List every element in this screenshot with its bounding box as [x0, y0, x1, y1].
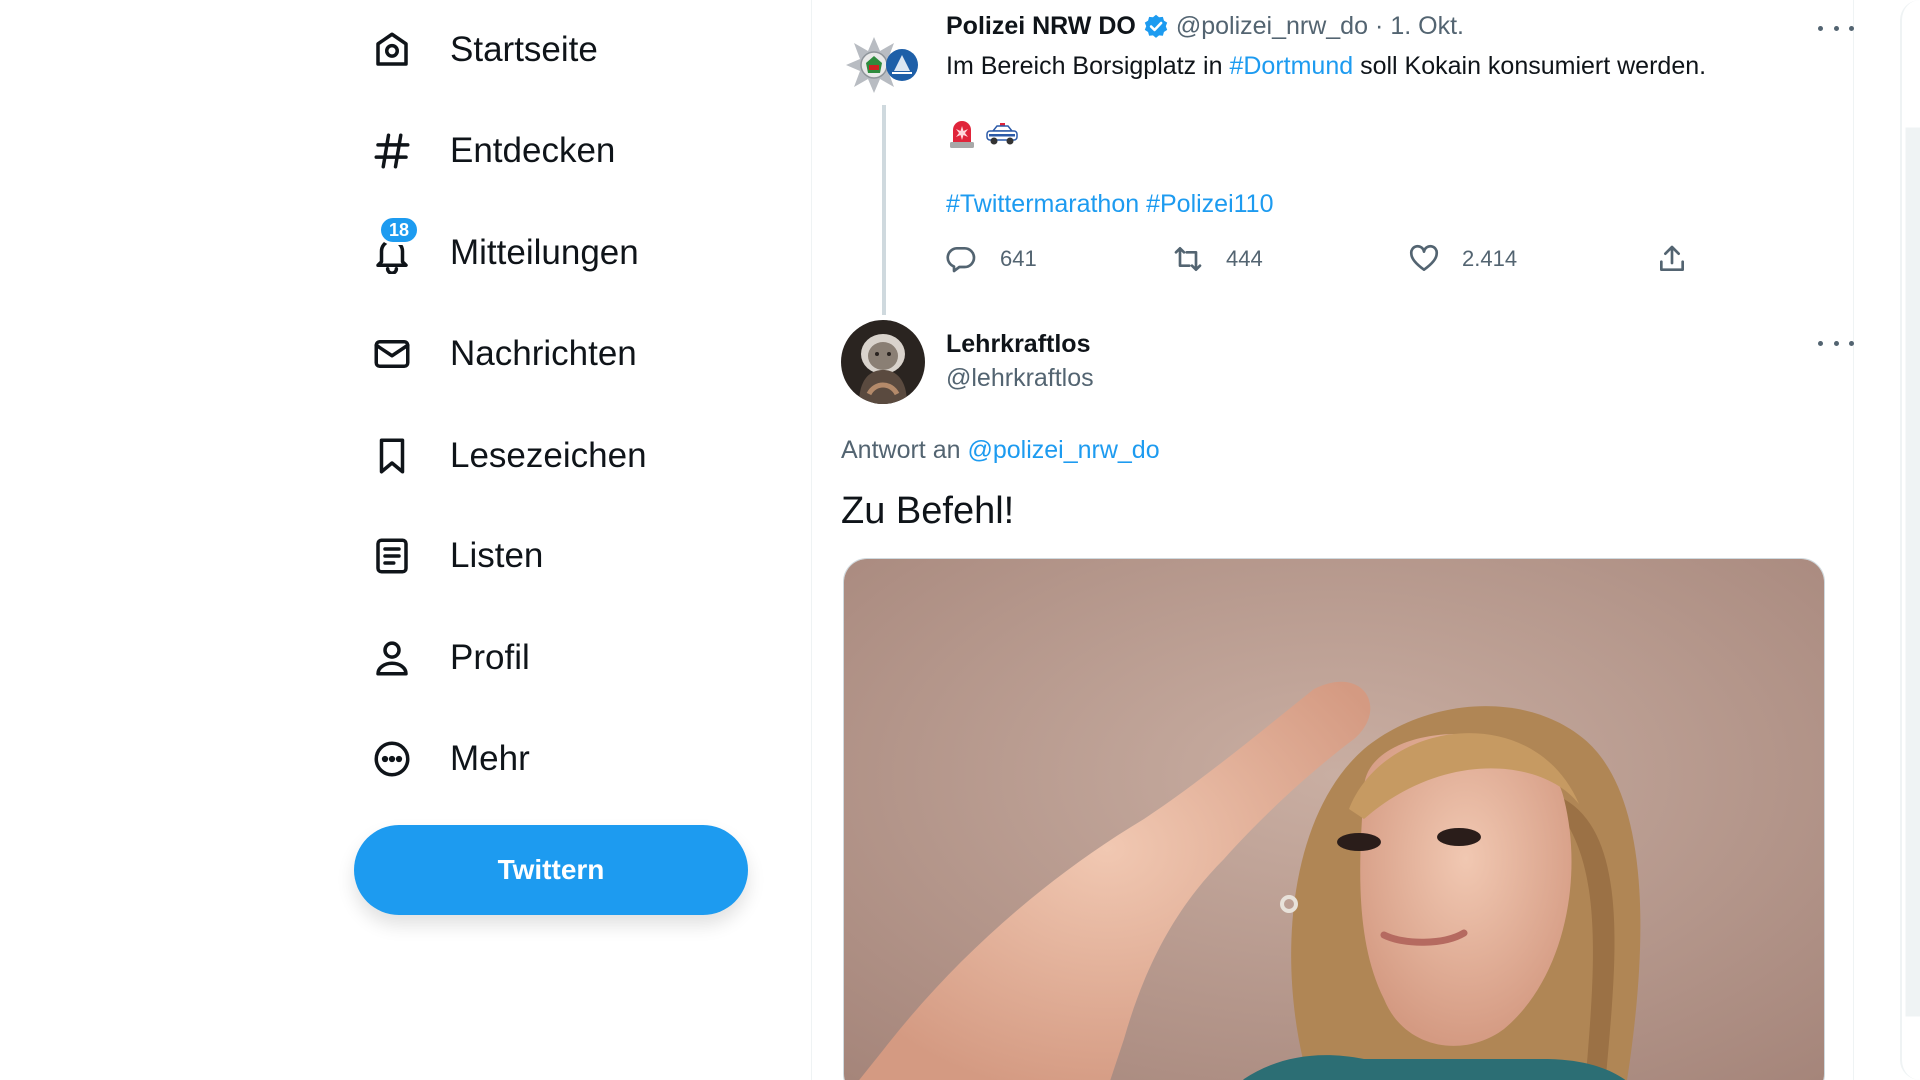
avatar[interactable]: [841, 320, 925, 404]
more-circle-icon: [370, 737, 414, 781]
hashtag-icon: [370, 129, 414, 173]
mention-link[interactable]: @polizei_nrw_do: [967, 436, 1159, 464]
nav-item-entdecken[interactable]: Entdecken: [370, 116, 615, 186]
person-icon: [370, 636, 414, 680]
nav-label: Mehr: [450, 739, 530, 778]
author-handle[interactable]: @polizei_nrw_do: [1176, 12, 1368, 41]
hashtag-links[interactable]: #Twittermarathon #Polizei110: [946, 190, 1274, 219]
rotating-light-emoji: [950, 121, 974, 148]
author-name[interactable]: Polizei NRW DO: [946, 12, 1136, 41]
nav-item-listen[interactable]: Listen: [370, 521, 543, 591]
emoji-row: [946, 118, 1020, 150]
nav-item-nachrichten[interactable]: Nachrichten: [370, 319, 637, 389]
nav-label: Startseite: [450, 30, 598, 69]
nav-label: Mitteilungen: [450, 233, 639, 272]
nav-item-mitteilungen[interactable]: 18 Mitteilungen: [370, 215, 639, 288]
share-button[interactable]: [1656, 243, 1688, 275]
notification-badge: 18: [378, 215, 421, 245]
nav-item-startseite[interactable]: Startseite: [370, 15, 598, 85]
heart-icon: [1409, 245, 1439, 271]
tweet-media-image[interactable]: [843, 558, 1825, 1080]
reply-context: Antwort an @polizei_nrw_do: [841, 436, 1160, 465]
police-car-emoji: [986, 123, 1018, 145]
sidebar-nav: Startseite Entdecken 18 Mitteilungen Nac…: [350, 0, 810, 1080]
avatar[interactable]: [844, 25, 924, 105]
tweet-text-part: Im Bereich Borsigplatz in: [946, 52, 1230, 80]
reply-count: 641: [1000, 246, 1037, 271]
reply-icon: [946, 247, 976, 273]
tweet-header: Polizei NRW DO @polizei_nrw_do · 1. Okt.: [946, 12, 1464, 41]
more-options-icon[interactable]: [1818, 18, 1854, 38]
nav-label: Listen: [450, 536, 544, 575]
more-options-icon[interactable]: [1818, 333, 1854, 353]
nav-label: Entdecken: [450, 131, 616, 170]
nav-label: Profil: [450, 638, 530, 677]
tweet-text: Zu Befehl!: [841, 490, 1015, 532]
tweet-date[interactable]: 1. Okt.: [1390, 12, 1464, 41]
retweet-icon: [1174, 247, 1202, 271]
hashtag-link[interactable]: #Dortmund: [1229, 52, 1353, 80]
bell-icon: 18: [370, 215, 421, 275]
reply-prefix: Antwort an: [841, 436, 968, 464]
author-handle[interactable]: @lehrkraftlos: [946, 364, 1094, 393]
tweet-text: Im Bereich Borsigplatz in #Dortmund soll…: [946, 52, 1706, 81]
nav-item-mehr[interactable]: Mehr: [370, 724, 530, 794]
tweet-text-part: soll Kokain konsumiert werden.: [1353, 52, 1707, 80]
right-column-edge: [1900, 0, 1920, 1080]
nav-item-lesezeichen[interactable]: Lesezeichen: [370, 421, 647, 491]
list-icon: [370, 534, 414, 578]
tweet-actions: 641 444 2.414: [946, 243, 1706, 283]
like-count: 2.414: [1462, 246, 1518, 271]
retweet-button[interactable]: 444: [1172, 243, 1263, 275]
author-name[interactable]: Lehrkraftlos: [946, 330, 1090, 359]
timeline: Polizei NRW DO @polizei_nrw_do · 1. Okt.…: [811, 0, 1854, 1080]
retweet-count: 444: [1226, 246, 1263, 271]
home-icon: [370, 28, 414, 72]
nav-item-profil[interactable]: Profil: [370, 623, 530, 693]
envelope-icon: [370, 332, 414, 376]
meta-separator: ·: [1375, 12, 1384, 40]
nav-label: Lesezeichen: [450, 436, 647, 475]
tweet-button[interactable]: Twittern: [354, 825, 748, 915]
verified-icon: [1144, 14, 1168, 38]
bookmark-icon: [370, 434, 414, 478]
thread-line: [882, 105, 886, 315]
nav-label: Nachrichten: [450, 334, 637, 373]
like-button[interactable]: 2.414: [1408, 243, 1517, 275]
share-icon: [1660, 245, 1684, 271]
reply-button[interactable]: 641: [946, 243, 1037, 275]
